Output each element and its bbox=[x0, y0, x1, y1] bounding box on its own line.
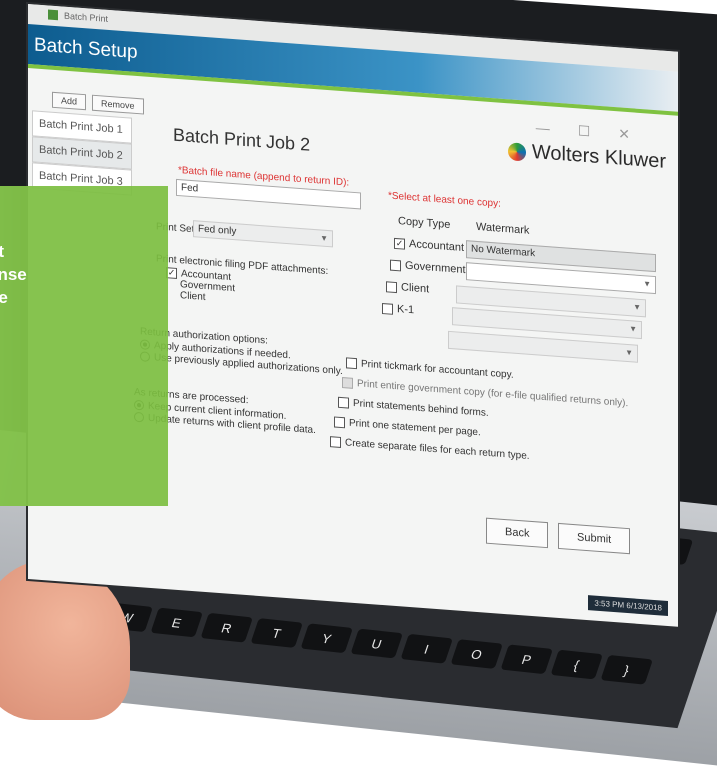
keyboard-key: R bbox=[200, 612, 253, 643]
taskbar-clock: 3:53 PM 6/13/2018 bbox=[588, 595, 668, 616]
checkbox-icon bbox=[338, 396, 349, 409]
keyboard-key: P bbox=[500, 644, 553, 675]
keyboard-key: U bbox=[350, 628, 403, 659]
checkbox-icon bbox=[382, 302, 393, 315]
checkbox-icon: ✓ bbox=[394, 237, 405, 250]
checkbox-icon bbox=[342, 377, 353, 389]
submit-button[interactable]: Submit bbox=[558, 522, 631, 555]
copy-k1[interactable]: K-1 bbox=[382, 302, 414, 316]
job-list-panel: Add Remove Batch Print Job 1 Batch Print… bbox=[32, 90, 144, 196]
efile-client[interactable]: Client bbox=[180, 290, 206, 303]
chevron-down-icon: ▼ bbox=[629, 324, 637, 334]
keyboard-key: T bbox=[250, 618, 303, 648]
back-button[interactable]: Back bbox=[486, 517, 549, 549]
keyboard-key: O bbox=[450, 639, 503, 669]
keyboard-key: } bbox=[600, 654, 653, 685]
keyboard-key: E bbox=[150, 607, 203, 638]
print-set-select[interactable]: Fed only ▼ bbox=[193, 220, 333, 248]
brand-name: Wolters Kluwer bbox=[531, 141, 666, 173]
checkbox-icon bbox=[346, 357, 357, 370]
option-one-statement[interactable]: Print one statement per page. bbox=[334, 416, 481, 438]
promo-overlay: nt ense ne bbox=[0, 186, 168, 506]
copy-type-header: Copy Type bbox=[398, 215, 451, 232]
remove-button[interactable]: Remove bbox=[92, 94, 144, 115]
copy-government[interactable]: Government bbox=[390, 259, 466, 276]
watermark-header: Watermark bbox=[476, 220, 530, 237]
taskbar-time: 3:53 PM bbox=[594, 598, 625, 610]
checkbox-icon bbox=[330, 436, 341, 448]
chevron-down-icon: ▼ bbox=[625, 347, 633, 358]
chevron-down-icon: ▼ bbox=[320, 233, 328, 244]
page-title: Batch Print Job 2 bbox=[173, 124, 311, 155]
option-tickmark[interactable]: Print tickmark for accountant copy. bbox=[346, 357, 514, 381]
chevron-down-icon: ▼ bbox=[643, 279, 651, 289]
keyboard-key: I bbox=[400, 633, 453, 664]
option-statements-behind[interactable]: Print statements behind forms. bbox=[338, 396, 489, 419]
promo-line-1: nt bbox=[0, 242, 5, 261]
app-icon bbox=[48, 9, 58, 21]
option-separate-files[interactable]: Create separate files for each return ty… bbox=[330, 436, 530, 462]
window-controls[interactable]: —☐✕ bbox=[536, 119, 658, 145]
promo-line-2: ense bbox=[0, 265, 27, 284]
checkbox-icon bbox=[386, 280, 397, 293]
brand: Wolters Kluwer bbox=[507, 139, 666, 174]
copy-accountant[interactable]: ✓ Accountant bbox=[394, 237, 464, 254]
taskbar-date: 6/13/2018 bbox=[626, 600, 662, 613]
wolters-kluwer-logo-icon bbox=[507, 141, 526, 162]
promo-line-3: ne bbox=[0, 288, 8, 307]
copy-label: *Select at least one copy: bbox=[388, 190, 501, 210]
keyboard-key: { bbox=[550, 649, 603, 680]
keyboard-key: Y bbox=[300, 623, 353, 654]
checkbox-icon bbox=[390, 259, 401, 271]
add-button[interactable]: Add bbox=[52, 91, 87, 111]
copy-client[interactable]: Client bbox=[386, 280, 429, 295]
checkbox-icon bbox=[334, 416, 345, 429]
chevron-down-icon: ▼ bbox=[633, 302, 641, 313]
